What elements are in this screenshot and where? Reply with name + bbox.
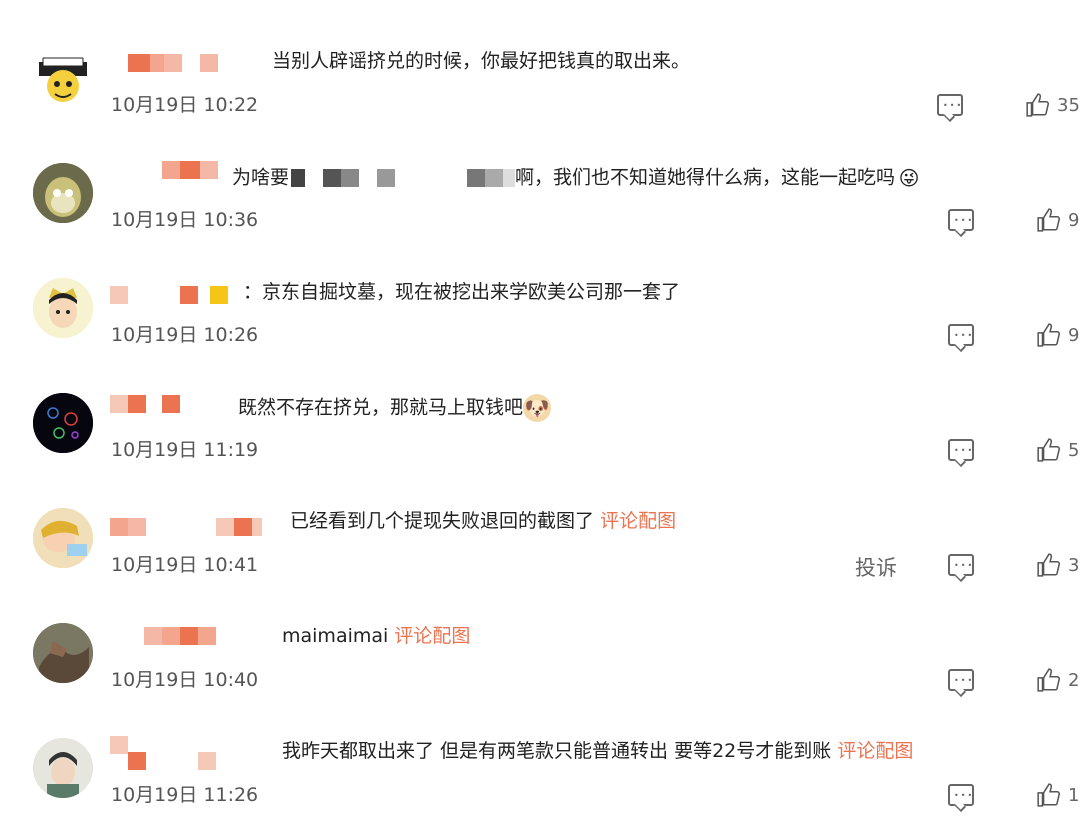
reply-icon[interactable]: ••• — [948, 324, 974, 346]
username-redacted[interactable] — [162, 161, 218, 179]
reply-icon[interactable]: ••• — [948, 439, 974, 461]
comment-time: 10月19日 11:26 — [111, 784, 259, 806]
comment-time: 10月19日 10:22 — [111, 94, 259, 116]
cartoon-avatar-icon — [33, 508, 93, 568]
reply-icon[interactable]: ••• — [948, 784, 974, 806]
reply-icon[interactable]: ••• — [948, 669, 974, 691]
comment-item: 当别人辟谣挤兑的时候，你最好把钱真的取出来。 10月19日 10:22 ••• … — [0, 40, 1080, 155]
thumbs-up-icon — [1026, 93, 1050, 117]
comment-time: 10月19日 10:36 — [111, 209, 259, 231]
cartoon-avatar-icon — [39, 57, 87, 102]
comment-text: 既然不存在挤兑，那就马上取钱吧🐶 — [238, 394, 552, 422]
avatar[interactable] — [33, 738, 93, 798]
avatar[interactable] — [33, 508, 93, 568]
dark-avatar-icon — [33, 393, 93, 453]
comment-image-link[interactable]: 评论配图 — [837, 740, 913, 762]
comment-image-link[interactable]: 评论配图 — [600, 510, 676, 532]
comment-item: ：京东自掘坟墓，现在被挖出来学欧美公司那一套了 10月19日 10:26 •••… — [0, 270, 1080, 385]
like-button[interactable]: 1 — [1036, 782, 1079, 808]
thumbs-up-icon — [1037, 438, 1061, 462]
comment-item: maimaimai 评论配图 10月19日 10:40 ••• 2 — [0, 615, 1080, 730]
comment-text: 已经看到几个提现失败退回的截图了 评论配图 — [290, 510, 677, 532]
like-count: 35 — [1057, 94, 1080, 116]
like-button[interactable]: 5 — [1036, 437, 1079, 463]
avatar[interactable] — [33, 50, 93, 110]
avatar[interactable] — [33, 278, 93, 338]
comment-item: 我昨天都取出来了 但是有两笔款只能普通转出 要等22号才能到账 评论配图 10月… — [0, 730, 1080, 836]
avatar[interactable] — [33, 393, 93, 453]
username-redacted[interactable] — [128, 54, 218, 72]
like-count: 3 — [1068, 554, 1080, 576]
avatar[interactable] — [33, 623, 93, 683]
like-count: 9 — [1068, 209, 1080, 231]
reply-icon[interactable]: ••• — [937, 94, 963, 116]
username-redacted[interactable] — [144, 627, 216, 645]
like-count: 1 — [1068, 784, 1080, 806]
comment-time: 10月19日 10:41 — [111, 554, 259, 576]
report-button[interactable]: 投诉 — [855, 552, 897, 582]
thumbs-up-icon — [1037, 553, 1061, 577]
comment-text: 为啥要 啊，我们也不知道她得什么病，这能一起吃吗 😜 — [232, 164, 923, 192]
photo-avatar-icon — [33, 738, 93, 798]
reply-icon[interactable]: ••• — [948, 209, 974, 231]
like-count: 9 — [1068, 324, 1080, 346]
comment-text: ：京东自掘坟墓，现在被挖出来学欧美公司那一套了 — [243, 281, 681, 303]
like-count: 5 — [1068, 439, 1080, 461]
like-button[interactable]: 35 — [1025, 92, 1080, 118]
comment-text: 我昨天都取出来了 但是有两笔款只能普通转出 要等22号才能到账 评论配图 — [282, 740, 914, 762]
thumbs-up-icon — [1037, 668, 1061, 692]
cartoon-avatar-icon — [33, 278, 93, 338]
username-redacted[interactable] — [110, 518, 262, 536]
thumbs-up-icon — [1037, 208, 1061, 232]
cartoon-avatar-icon — [33, 163, 93, 223]
like-button[interactable]: 9 — [1036, 207, 1079, 233]
like-button[interactable]: 3 — [1036, 552, 1079, 578]
reply-icon[interactable]: ••• — [948, 554, 974, 576]
comment-time: 10月19日 10:40 — [111, 669, 259, 691]
username-redacted[interactable] — [110, 395, 180, 413]
username-redacted[interactable] — [128, 752, 216, 770]
comment-text: maimaimai 评论配图 — [282, 625, 471, 647]
username-redacted[interactable] — [110, 286, 228, 304]
photo-avatar-icon — [33, 623, 93, 683]
username-redacted[interactable] — [110, 736, 128, 754]
like-button[interactable]: 9 — [1036, 322, 1079, 348]
doge-emoji-icon: 🐶 — [523, 394, 552, 422]
comment-time: 10月19日 11:19 — [111, 439, 259, 461]
avatar[interactable] — [33, 163, 93, 223]
comment-item: 为啥要 啊，我们也不知道她得什么病，这能一起吃吗 😜 10月19日 10:36 ••… — [0, 155, 1080, 270]
comment-time: 10月19日 10:26 — [111, 324, 259, 346]
comment-item: 既然不存在挤兑，那就马上取钱吧🐶 10月19日 11:19 ••• 5 — [0, 385, 1080, 500]
emoji-icon: 😜 — [898, 166, 920, 190]
comment-item: 已经看到几个提现失败退回的截图了 评论配图 10月19日 10:41 投诉 ••… — [0, 500, 1080, 615]
like-count: 2 — [1068, 669, 1080, 691]
like-button[interactable]: 2 — [1036, 667, 1079, 693]
thumbs-up-icon — [1037, 323, 1061, 347]
comment-text: 当别人辟谣挤兑的时候，你最好把钱真的取出来。 — [272, 50, 691, 72]
thumbs-up-icon — [1037, 783, 1061, 807]
comment-image-link[interactable]: 评论配图 — [394, 625, 470, 647]
